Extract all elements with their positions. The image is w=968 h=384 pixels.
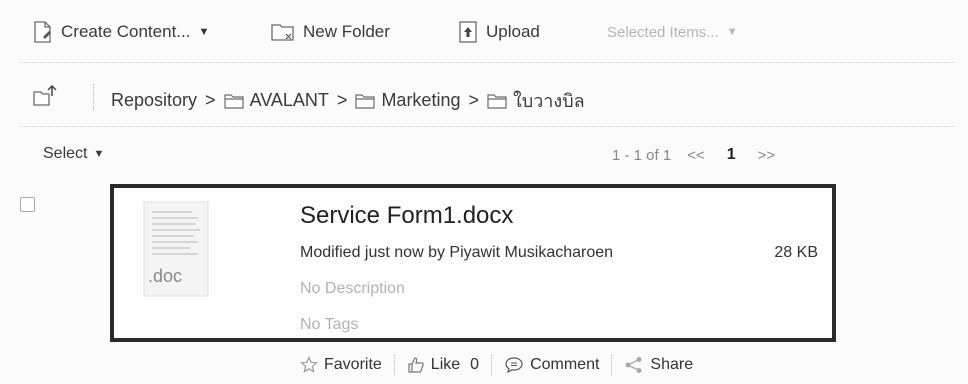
breadcrumb-item-marketing[interactable]: Marketing [381, 90, 460, 111]
star-icon [300, 356, 318, 374]
pager-prev[interactable]: << [687, 147, 705, 164]
share-button[interactable]: Share [624, 356, 693, 374]
parent-folder-icon[interactable] [33, 84, 57, 113]
pager-summary: 1 - 1 of 1 [612, 146, 672, 164]
new-folder-button[interactable]: New Folder [271, 18, 390, 46]
folder-icon [355, 93, 376, 109]
pager-next[interactable]: >> [758, 147, 776, 164]
breadcrumb-separator: > [468, 90, 479, 110]
upload-icon [458, 21, 478, 43]
path-divider-line [20, 126, 955, 127]
toolbar: Create Content... ▼ New Folder Upload Se… [0, 0, 968, 62]
path-bar: Repository > AVALANT > Marketing > ใบวาง… [0, 72, 968, 122]
action-divider [393, 355, 395, 375]
doc-thumbnail-label: .doc [148, 266, 183, 286]
list-bar: Select ▼ 1 - 1 of 1 << 1 >> [0, 136, 968, 180]
new-folder-label: New Folder [303, 22, 390, 41]
create-content-icon [33, 21, 53, 43]
breadcrumb-item-current: ใบวางบิล [512, 91, 585, 111]
document-actions: Favorite Like 0 Comment Share [300, 352, 693, 378]
new-folder-icon [271, 22, 295, 42]
favorite-button[interactable]: Favorite [300, 356, 382, 374]
like-button[interactable]: Like 0 [407, 356, 479, 374]
comment-icon [504, 356, 524, 374]
breadcrumb-item-avalant[interactable]: AVALANT [250, 90, 329, 111]
path-divider [93, 84, 94, 110]
document-modified: Modified just now by Piyawit Musikacharo… [300, 244, 614, 261]
create-content-label: Create Content... [61, 22, 191, 41]
pager: 1 - 1 of 1 << 1 >> [612, 146, 775, 164]
action-divider [491, 355, 493, 375]
doc-thumbnail[interactable]: .doc [140, 200, 216, 305]
share-label: Share [650, 356, 694, 373]
comment-button[interactable]: Comment [504, 356, 599, 374]
select-caret-icon: ▼ [93, 148, 105, 160]
document-size: 28 KB [774, 244, 818, 261]
selected-items-label: Selected Items... [607, 23, 719, 41]
breadcrumb: Repository > AVALANT > Marketing > ใบวาง… [111, 86, 585, 115]
document-tags: No Tags [300, 316, 359, 333]
toolbar-divider [20, 62, 955, 63]
selected-items-caret-icon: ▼ [726, 26, 738, 38]
like-count: 0 [470, 356, 480, 373]
action-divider [611, 355, 613, 375]
thumbs-up-icon [407, 356, 425, 374]
document-name[interactable]: Service Form1.docx [300, 202, 513, 230]
like-label: Like [430, 356, 461, 373]
breadcrumb-separator: > [336, 90, 348, 110]
pager-current-page: 1 [726, 146, 736, 163]
selected-items-menu[interactable]: Selected Items... ▼ [607, 18, 738, 46]
row-checkbox[interactable] [20, 197, 35, 212]
favorite-label: Favorite [324, 356, 382, 373]
create-content-button[interactable]: Create Content... ▼ [33, 18, 209, 46]
document-description: No Description [300, 280, 405, 297]
comment-label: Comment [530, 356, 600, 373]
share-icon [624, 356, 644, 374]
breadcrumb-separator: > [205, 90, 216, 110]
breadcrumb-root[interactable]: Repository [111, 90, 197, 111]
select-label: Select [43, 145, 88, 162]
select-menu[interactable]: Select ▼ [43, 145, 104, 163]
create-content-caret-icon: ▼ [198, 26, 210, 38]
folder-icon [487, 93, 507, 109]
document-item: .doc Service Form1.docx Modified just no… [110, 184, 836, 342]
folder-icon [223, 93, 244, 109]
upload-label: Upload [486, 22, 540, 41]
upload-button[interactable]: Upload [458, 18, 540, 46]
